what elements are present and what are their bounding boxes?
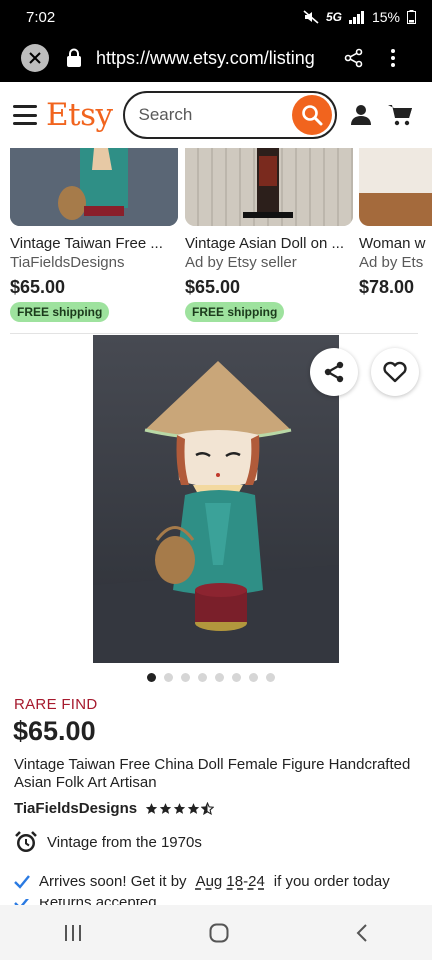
arrives-suffix: if you order today	[273, 873, 390, 890]
share-icon[interactable]	[344, 48, 364, 68]
shop-name[interactable]: TiaFieldsDesigns	[14, 800, 137, 817]
pagination-dot[interactable]	[215, 673, 224, 682]
search-icon	[301, 105, 323, 126]
arrives-row: Arrives soon! Get it by Aug 18-24 if you…	[14, 873, 390, 890]
recommendation-price: $65.00	[10, 277, 66, 297]
share-button[interactable]	[310, 348, 358, 396]
recommendation-carousel: Vintage Taiwan Free ... TiaFieldsDesigns…	[0, 148, 432, 328]
check-icon	[14, 874, 30, 889]
share-icon	[324, 361, 344, 383]
section-divider	[10, 333, 418, 334]
etsy-logo[interactable]: Etsy	[46, 97, 113, 133]
recommendation-shop: Ad by Etsy seller	[185, 254, 297, 271]
recommendation-title: Woman w	[359, 235, 426, 252]
recommendation-image	[359, 148, 432, 226]
star-icon	[173, 803, 186, 814]
status-time: 7:02	[26, 8, 56, 26]
search-button[interactable]	[291, 95, 332, 135]
recommendation-price: $65.00	[185, 277, 241, 297]
status-bar: 7:02 5G 15%	[0, 0, 432, 34]
arrives-prefix: Arrives soon! Get it by	[39, 873, 187, 890]
url-text[interactable]: https://www.etsy.com/listing	[96, 48, 332, 69]
recommendation-price: $78.00	[359, 277, 415, 297]
recommendation-image	[185, 148, 353, 226]
network-label: 5G	[325, 10, 342, 24]
close-icon	[29, 52, 41, 64]
home-icon[interactable]	[209, 923, 229, 943]
free-shipping-badge: FREE shipping	[185, 302, 285, 322]
pagination-dot[interactable]	[198, 673, 207, 682]
star-icon	[159, 803, 172, 814]
cart-icon[interactable]	[387, 103, 413, 127]
recommendation-card[interactable]: Vintage Taiwan Free ... TiaFieldsDesigns…	[10, 148, 178, 322]
battery-icon	[407, 10, 416, 24]
listing-title: Vintage Taiwan Free China Doll Female Fi…	[14, 756, 411, 791]
favorite-button[interactable]	[371, 348, 419, 396]
search-placeholder: Search	[138, 105, 193, 124]
listing-price: $65.00	[13, 716, 96, 746]
search-input[interactable]: Search	[122, 91, 337, 139]
recommendation-card[interactable]: Vintage Asian Doll on ... Ad by Etsy sel…	[185, 148, 353, 322]
signal-icon	[348, 10, 364, 24]
etsy-header: Etsy Search	[0, 82, 432, 148]
star-icon	[187, 803, 200, 814]
recommendation-shop: Ad by Ets	[359, 254, 424, 271]
recents-icon[interactable]	[63, 924, 83, 942]
alarm-clock-icon	[15, 831, 37, 852]
product-image[interactable]	[93, 335, 339, 663]
more-icon[interactable]	[390, 48, 396, 68]
pagination-dot[interactable]	[232, 673, 241, 682]
vintage-row: Vintage from the 1970s	[14, 830, 202, 854]
user-icon[interactable]	[349, 103, 373, 127]
status-indicators: 5G 15%	[303, 9, 416, 25]
recommendation-card[interactable]: Woman w Ad by Ets $78.00	[359, 148, 432, 298]
mute-icon	[303, 10, 319, 24]
shop-row: TiaFieldsDesigns	[14, 800, 215, 817]
pagination-dot[interactable]	[181, 673, 190, 682]
pagination-dot[interactable]	[249, 673, 258, 682]
rating-stars	[145, 802, 215, 815]
pagination-dot[interactable]	[147, 673, 156, 682]
half-star-icon	[201, 802, 215, 815]
heart-icon	[383, 361, 407, 383]
close-tab-button[interactable]	[21, 44, 49, 72]
hamburger-icon[interactable]	[13, 105, 37, 125]
system-nav-bar	[0, 905, 432, 960]
lock-icon	[67, 48, 81, 67]
arrives-date[interactable]: Aug 18-24	[196, 873, 265, 890]
star-icon	[145, 803, 158, 814]
browser-url-bar: https://www.etsy.com/listing	[0, 34, 432, 82]
recommendation-shop: TiaFieldsDesigns	[10, 254, 125, 271]
pagination-dot[interactable]	[266, 673, 275, 682]
image-pagination	[147, 673, 275, 682]
back-icon[interactable]	[355, 923, 369, 943]
battery-label: 15%	[371, 9, 400, 25]
free-shipping-badge: FREE shipping	[10, 302, 110, 322]
vintage-text: Vintage from the 1970s	[47, 833, 202, 851]
recommendation-title: Vintage Taiwan Free ...	[10, 235, 163, 252]
recommendation-title: Vintage Asian Doll on ...	[185, 235, 344, 252]
rare-find-label: RARE FIND	[14, 696, 98, 713]
pagination-dot[interactable]	[164, 673, 173, 682]
recommendation-image	[10, 148, 178, 226]
